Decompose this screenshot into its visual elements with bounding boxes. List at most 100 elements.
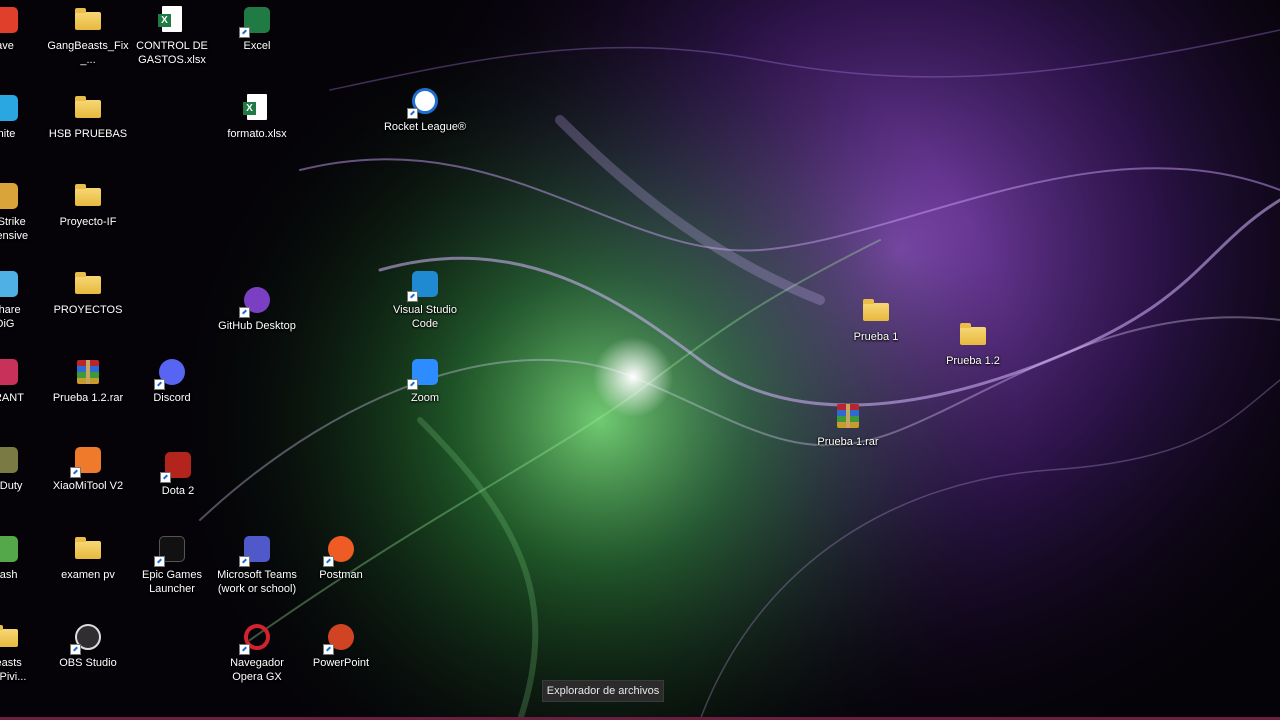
icon-label: Prueba 1.2 [946,355,1000,367]
teams-icon [239,533,273,567]
gang-beasts-folder[interactable]: Beasts 95-Pivi... [0,621,47,684]
prueba-1-rar-file[interactable]: Prueba 1.rar [806,400,890,449]
icon-label: Prueba 1 [853,331,899,343]
opera-gx-shortcut[interactable]: Navegador Opera GX [215,621,299,684]
vscode-shortcut[interactable]: Visual Studio Code [383,268,467,331]
valorant-shortcut[interactable]: DRANT [0,356,47,405]
folder-icon [72,4,104,36]
shortcut-arrow-icon [239,27,250,38]
rar-icon [72,356,104,388]
powerpoint-shortcut[interactable]: PowerPoint [299,621,383,670]
prueba-1-folder[interactable]: Prueba 1 [834,295,918,344]
examen-pv-folder[interactable]: examen pv [46,533,130,582]
folder-icon [72,268,104,300]
epic-games-shortcut[interactable]: Epic Games Launcher [130,533,214,596]
git-bash-icon [0,533,21,565]
csgo-icon [0,180,21,212]
proyecto-if-folder[interactable]: Proyecto-IF [46,180,130,229]
dota2-shortcut[interactable]: Dota 2 [136,449,220,498]
epic-games-icon [154,533,188,567]
obs-studio-shortcut[interactable]: OBS Studio [46,621,130,670]
formato-file[interactable]: formato.xlsx [215,92,299,141]
wondershare-shortcut[interactable]: rshare DiG [0,268,47,331]
shortcut-arrow-icon [70,467,81,478]
github-desktop-shortcut[interactable]: GitHub Desktop [215,284,299,333]
icon-label: OBS Studio [59,657,117,669]
icon-label: Rocket League® [383,121,467,133]
rocket-league-shortcut[interactable]: Rocket League® [383,85,467,134]
teams-shortcut[interactable]: Microsoft Teams (work or school) [215,533,299,596]
proyectos-folder[interactable]: PROYECTOS [46,268,130,317]
control-de-gastos-file[interactable]: CONTROL DE GASTOS.xlsx [130,4,214,67]
git-bash-shortcut[interactable]: Bash [0,533,47,582]
rar-icon [832,400,864,432]
shortcut-arrow-icon [407,291,418,302]
zoom-shortcut[interactable]: Zoom [383,356,467,405]
icon-label: Proyecto-IF [59,216,117,228]
excel-file-icon [241,92,273,124]
shortcut-arrow-icon [323,644,334,655]
valorant-icon [0,356,21,388]
icon-label: Prueba 1.2.rar [52,392,124,404]
icon-label: Visual Studio Code [392,304,457,330]
icon-label: Beasts 95-Pivi... [0,657,27,683]
icon-label: HSB PRUEBAS [48,128,128,140]
opera-gx-icon [239,621,273,655]
folder-icon [72,92,104,124]
shortcut-arrow-icon [239,307,250,318]
call-of-duty-shortcut[interactable]: of Duty [0,444,47,493]
icon-label: Prueba 1.rar [817,436,879,448]
icon-label: ave [0,40,14,52]
icon-label: Epic Games Launcher [142,569,202,595]
obs-icon [70,621,104,655]
discord-shortcut[interactable]: Discord [130,356,214,405]
brave-shortcut[interactable]: ave [0,4,47,53]
wondershare-icon [0,268,21,300]
xiaomitool-shortcut[interactable]: XiaoMiTool V2 [46,444,130,493]
icon-label: PROYECTOS [53,304,123,316]
powerpoint-icon [323,621,357,655]
excel-icon [239,4,273,38]
vscode-icon [407,268,441,302]
gangbeasts-fix-folder[interactable]: GangBeasts_Fix_... [46,4,130,67]
shortcut-arrow-icon [239,644,250,655]
folder-icon [72,180,104,212]
folder-icon [860,295,892,327]
icon-label: Discord [153,392,191,404]
zoom-icon [407,356,441,390]
fortnite-shortcut[interactable]: tnite [0,92,47,141]
icon-label: Excel [243,40,271,52]
dota2-icon [160,449,194,483]
icon-label: XiaoMiTool V2 [52,480,124,492]
rocket-league-icon [407,85,441,119]
discord-icon [154,356,188,390]
csgo-shortcut[interactable]: er-Strike Offensive [0,180,47,243]
icon-label: Postman [319,569,363,581]
icon-label: GitHub Desktop [218,320,296,332]
icon-label: DRANT [0,392,24,404]
github-desktop-icon [239,284,273,318]
icon-label: rshare DiG [0,304,21,330]
icon-label: Bash [0,569,18,581]
call-of-duty-icon [0,444,21,476]
prueba-1-2-rar-file[interactable]: Prueba 1.2.rar [46,356,130,405]
icon-label: GangBeasts_Fix_... [47,40,129,66]
shortcut-arrow-icon [160,472,171,483]
shortcut-arrow-icon [323,556,334,567]
shortcut-arrow-icon [239,556,250,567]
postman-icon [323,533,357,567]
excel-shortcut[interactable]: Excel [215,4,299,53]
icon-label: PowerPoint [312,657,370,669]
prueba-1-2-folder[interactable]: Prueba 1.2 [931,319,1015,368]
icon-label: of Duty [0,480,23,492]
fortnite-icon [0,92,21,124]
icon-label: CONTROL DE GASTOS.xlsx [136,40,208,66]
icon-label: Dota 2 [161,485,195,497]
shortcut-arrow-icon [407,108,418,119]
hsb-pruebas-folder[interactable]: HSB PRUEBAS [46,92,130,141]
icon-label: tnite [0,128,16,140]
shortcut-arrow-icon [154,379,165,390]
postman-shortcut[interactable]: Postman [299,533,383,582]
excel-file-icon [156,4,188,36]
icon-label: formato.xlsx [227,128,287,140]
